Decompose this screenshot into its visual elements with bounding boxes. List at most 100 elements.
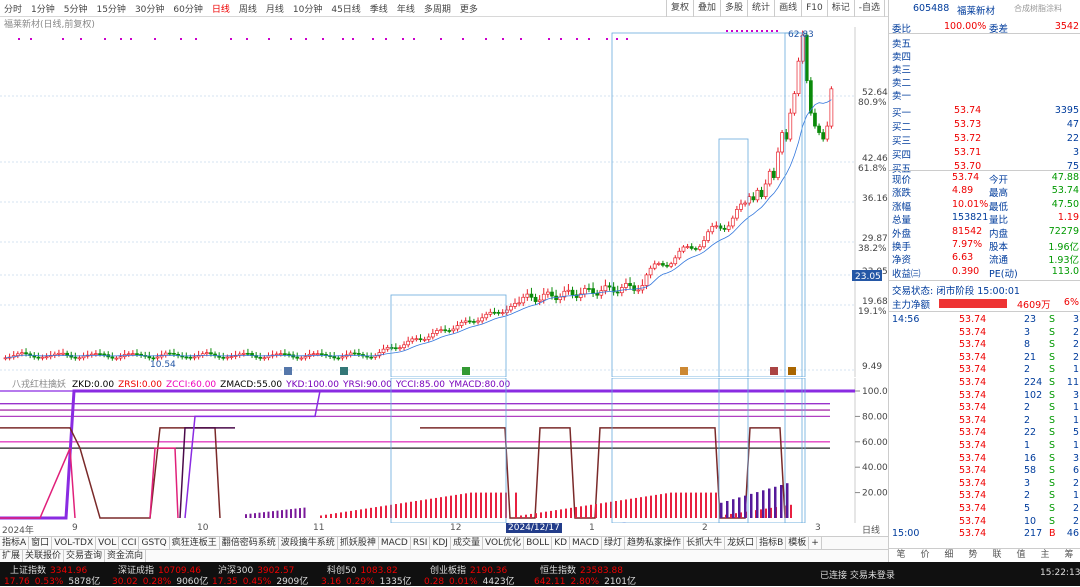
event-marker	[680, 367, 688, 375]
extension-tab[interactable]: 交易查询	[64, 550, 106, 562]
signal-dot	[154, 38, 156, 40]
stat-label-2: 量比	[989, 215, 1009, 227]
ind-bar	[410, 501, 412, 518]
candle-body	[595, 293, 600, 296]
toolbar-btn-5[interactable]: F10	[801, 0, 827, 17]
indicator-tab[interactable]: 龙妖口	[725, 537, 758, 549]
panel-tab[interactable]: 笔	[889, 549, 913, 562]
candle-body	[472, 321, 476, 323]
toolbar-btn-2[interactable]: 多股	[720, 0, 747, 17]
candle-body	[287, 353, 291, 356]
period-12[interactable]: 年线	[397, 2, 415, 15]
indicator-tab[interactable]: 长抓大牛	[684, 537, 726, 549]
netflow-bar	[939, 299, 1007, 308]
indicator-tab[interactable]: VOL优化	[483, 537, 525, 549]
panel-tab[interactable]: 值	[1009, 549, 1033, 562]
tick-row: 53.74 3 S 2	[889, 478, 1080, 491]
ind-bar	[455, 494, 457, 518]
candle-body	[607, 285, 612, 288]
indicator-tab[interactable]: 绿灯	[602, 537, 626, 549]
candle-body	[44, 356, 49, 359]
toolbar-btn-4[interactable]: 画线	[774, 0, 801, 17]
panel-tab[interactable]: 细	[937, 549, 961, 562]
toolbar-btn-1[interactable]: 叠加	[693, 0, 720, 17]
period-5[interactable]: 60分钟	[173, 2, 202, 15]
candle-body	[455, 325, 460, 330]
price-label: 19.68	[862, 297, 888, 307]
toolbar-btn-3[interactable]: 统计	[747, 0, 774, 17]
indicator-tab[interactable]: RSI	[411, 537, 431, 549]
extension-tab[interactable]: 扩展	[0, 550, 24, 562]
period-14[interactable]: 更多	[460, 2, 478, 15]
panel-tab[interactable]: 势	[961, 549, 985, 562]
period-4[interactable]: 30分钟	[135, 2, 164, 15]
candlestick-chart[interactable]: 52.6480.9% 42.4661.8% 36.16 29.8738.2% 23.05…	[0, 27, 888, 377]
panel-tab[interactable]: 主	[1033, 549, 1057, 562]
period-6[interactable]: 日线	[212, 2, 230, 15]
indicator-tab[interactable]: KDJ	[430, 537, 451, 549]
ind-bar	[320, 515, 322, 518]
indicator-tab[interactable]: 指标B	[757, 537, 787, 549]
price-pct-label: 38.2%	[858, 244, 887, 254]
panel-tab[interactable]: 联	[985, 549, 1009, 562]
indicator-tab[interactable]: 波段擒牛系统	[279, 537, 338, 549]
candle-body	[804, 34, 809, 82]
period-3[interactable]: 15分钟	[96, 2, 125, 15]
ind-bar	[765, 508, 767, 518]
candle-body	[89, 353, 94, 356]
indicator-tab[interactable]: 翻倍密码系统	[220, 537, 279, 549]
indicator-tab[interactable]: CCI	[119, 537, 140, 549]
toolbar-btn-7[interactable]: -自选	[853, 0, 884, 17]
period-11[interactable]: 季线	[370, 2, 388, 15]
period-10[interactable]: 45日线	[331, 2, 360, 15]
indicator-chart[interactable]: 100.080.0060.0040.0020.00ABCD	[0, 378, 888, 523]
indicator-tab[interactable]: 指标A	[0, 537, 30, 549]
indicator-tabs: 指标A 窗口 VOL-TDX VOL CCI GSTQ 疯狂连板王 翻倍密码系统 波段擒牛系统抓…	[0, 536, 888, 549]
period-0[interactable]: 分时	[4, 2, 22, 15]
candle-body	[131, 353, 135, 355]
extension-tab[interactable]: 关联报价	[23, 550, 65, 562]
indicator-tab[interactable]: MACD	[379, 537, 411, 549]
ind-bar	[375, 507, 377, 518]
candle-body	[829, 88, 834, 127]
tick-price: 53.74	[959, 465, 987, 477]
indicator-tab[interactable]: MACD	[570, 537, 603, 549]
toolbar-btn-0[interactable]: 复权	[666, 0, 693, 17]
candle-body	[615, 291, 620, 294]
indicator-tab[interactable]: 趋势私家操作	[625, 537, 685, 549]
ind-bar	[500, 492, 502, 518]
period-8[interactable]: 月线	[266, 2, 284, 15]
candle-body	[20, 352, 24, 355]
ind-bar	[281, 510, 283, 518]
indicator-tab[interactable]: 疯狂连板王	[170, 537, 220, 549]
indicator-tab[interactable]: 成交量	[451, 537, 483, 549]
indicator-tab[interactable]: VOL	[96, 537, 120, 549]
bid-volume: 3	[1072, 147, 1079, 158]
toolbar-btn-6[interactable]: 标记	[826, 0, 854, 17]
indicator-tab[interactable]: 抓妖股神	[338, 537, 379, 549]
indicator-tab[interactable]: 模板	[786, 537, 810, 549]
signal-dot	[756, 30, 758, 32]
candle-body	[570, 289, 575, 296]
ind-bar	[670, 492, 672, 518]
bid-row: 买四 53.71 3	[889, 147, 1080, 161]
period-2[interactable]: 5分钟	[64, 2, 88, 15]
period-13[interactable]: 多周期	[424, 2, 451, 15]
event-marker	[788, 367, 796, 375]
indicator-tab[interactable]: KD	[552, 537, 571, 549]
indicator-tab[interactable]: 窗口	[29, 537, 53, 549]
panel-tab[interactable]: 价	[913, 549, 937, 562]
panel-tab[interactable]: 筹	[1057, 549, 1080, 562]
candle-body	[168, 352, 172, 355]
period-1[interactable]: 1分钟	[31, 2, 55, 15]
period-9[interactable]: 10分钟	[293, 2, 322, 15]
indicator-tab[interactable]: GSTQ	[139, 537, 170, 549]
stat-value: 7.97%	[952, 239, 983, 250]
indicator-tab[interactable]: BOLL	[524, 537, 553, 549]
indicator-tab[interactable]: VOL-TDX	[52, 537, 97, 549]
extension-tab[interactable]: 资金流向	[105, 550, 147, 562]
tick-side: S	[1049, 477, 1056, 489]
ind-bar	[786, 483, 789, 518]
indicator-tab[interactable]: +	[809, 537, 822, 549]
period-7[interactable]: 周线	[239, 2, 257, 15]
